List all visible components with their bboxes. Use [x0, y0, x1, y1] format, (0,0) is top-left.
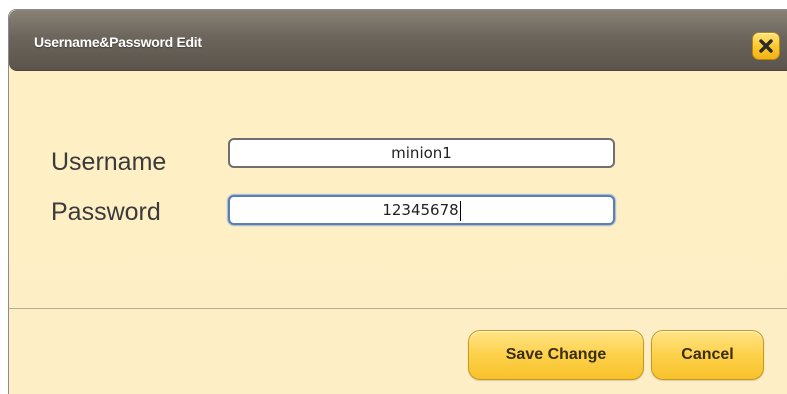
password-value: 12345678 [382, 201, 459, 219]
close-button[interactable] [752, 32, 780, 60]
save-change-button[interactable]: Save Change [468, 330, 644, 380]
close-icon [759, 39, 773, 53]
footer-divider [9, 308, 787, 309]
text-caret [459, 200, 461, 221]
dialog-titlebar: Username&Password Edit [9, 10, 787, 71]
username-value: minion1 [391, 144, 452, 162]
username-input[interactable]: minion1 [228, 138, 615, 168]
cancel-button[interactable]: Cancel [651, 330, 764, 380]
password-label: Password [51, 198, 161, 226]
password-input[interactable]: 12345678 [228, 195, 615, 225]
dialog-title: Username&Password Edit [34, 34, 202, 50]
username-password-dialog: Username&Password Edit Username minion1 … [8, 9, 787, 394]
username-label: Username [51, 148, 167, 176]
